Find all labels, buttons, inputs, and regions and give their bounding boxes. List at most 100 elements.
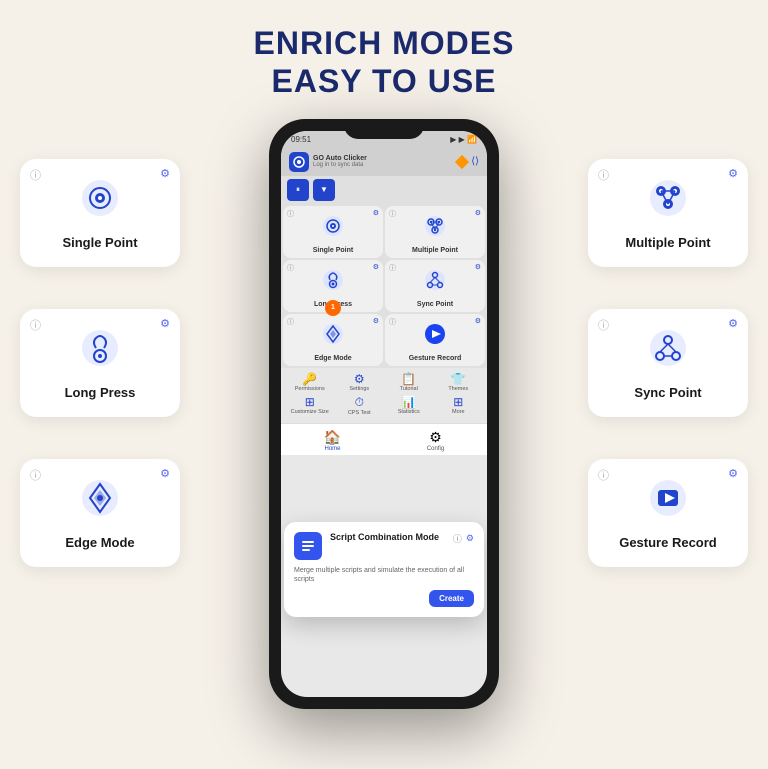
- edge-mode-icon: [78, 476, 122, 529]
- status-time: 09:51: [291, 135, 311, 144]
- phone-screen: 09:51 ▶ ▶ 📶 GO Auto Clicker: [281, 131, 487, 697]
- nav-cps[interactable]: ⏱ CPS Test: [337, 395, 381, 416]
- nav-label-tutorial: Tutorial: [387, 386, 431, 392]
- info-icon-multiple: ⓘ: [598, 167, 609, 183]
- phone-mockup: 09:51 ▶ ▶ 📶 GO Auto Clicker: [269, 119, 499, 709]
- controls-bar: ⏸ ▼: [281, 176, 487, 204]
- info-icon-single: ⓘ: [30, 167, 41, 183]
- sync-point-icon: [646, 326, 690, 379]
- nav-label-statistics: Statistics: [387, 409, 431, 415]
- long-press-icon: [78, 326, 122, 379]
- long-press-label: Long Press: [65, 385, 136, 400]
- page-header: ENRICH MODES EASY TO USE: [0, 0, 768, 109]
- script-title: Script Combination Mode: [330, 532, 439, 543]
- gesture-record-label: Gesture Record: [619, 535, 717, 550]
- script-icon: [294, 532, 322, 560]
- cell-gesture-record[interactable]: ⓘ ⚙ Gesture Record: [385, 314, 485, 366]
- gesture-record-icon: [646, 476, 690, 529]
- app-name: GO Auto Clicker: [313, 155, 367, 162]
- nav-customize[interactable]: ⊞ Customize Size: [288, 395, 332, 416]
- header-right: ⟨⟩: [457, 156, 479, 167]
- cell-icon-single: [287, 212, 379, 245]
- popup-gear-icon: ⚙: [466, 533, 474, 544]
- cell-label-single: Single Point: [287, 247, 379, 254]
- create-button[interactable]: Create: [429, 590, 474, 607]
- tab-bar: 🏠 Home ⚙ Config: [281, 423, 487, 455]
- gear-icon-sync: ⚙: [728, 317, 738, 330]
- card-gesture-record[interactable]: ⓘ ⚙ Gesture Record: [588, 459, 748, 567]
- phone-notch: [344, 119, 424, 139]
- gear-icon-longpress: ⚙: [160, 317, 170, 330]
- tab-config[interactable]: ⚙ Config: [427, 429, 444, 452]
- edge-mode-label: Edge Mode: [65, 535, 134, 550]
- title-line2: EASY TO USE: [0, 62, 768, 100]
- cell-sync-point[interactable]: ⓘ ⚙: [385, 260, 485, 312]
- nav-more[interactable]: ⊞ More: [436, 395, 480, 416]
- cell-label-gesture: Gesture Record: [389, 355, 481, 362]
- nav-permissions[interactable]: 🔑 Permissions: [288, 372, 332, 392]
- popup-title-text: Script Combination Mode: [330, 532, 439, 543]
- cell-long-press[interactable]: ⓘ ⚙ Long Press 1: [283, 260, 383, 312]
- down-button[interactable]: ▼: [313, 179, 335, 201]
- config-icon: ⚙: [427, 429, 444, 446]
- tab-label-config: Config: [427, 446, 444, 452]
- script-description: Merge multiple scripts and simulate the …: [294, 566, 474, 584]
- card-single-point[interactable]: ⓘ ⚙ Single Point: [20, 159, 180, 267]
- gear-icon-gesture: ⚙: [728, 467, 738, 480]
- card-sync-point[interactable]: ⓘ ⚙ Sync Point: [588, 309, 748, 417]
- nav-tutorial[interactable]: 📋 Tutorial: [387, 372, 431, 392]
- card-multiple-point[interactable]: ⓘ ⚙ Multiple Point: [588, 159, 748, 267]
- nav-statistics[interactable]: 📊 Statistics: [387, 395, 431, 416]
- share-icon: ⟨⟩: [471, 156, 479, 167]
- nav-row-2: ⊞ Customize Size ⏱ CPS Test 📊 Statistics: [285, 395, 483, 416]
- info-icon-edge: ⓘ: [30, 467, 41, 483]
- header-text: GO Auto Clicker Log in to sync data: [313, 155, 367, 168]
- phone-body: 09:51 ▶ ▶ 📶 GO Auto Clicker: [269, 119, 499, 709]
- cell-icon-edge: [287, 320, 379, 353]
- cell-multiple-point[interactable]: ⓘ ⚙: [385, 206, 485, 258]
- nav-label-settings: Settings: [337, 386, 381, 392]
- card-long-press[interactable]: ⓘ ⚙ Long Press: [20, 309, 180, 417]
- title-line1: ENRICH MODES: [0, 24, 768, 62]
- popup-info-icon: ⓘ: [453, 532, 462, 545]
- bottom-nav-grid: 🔑 Permissions ⚙ Settings 📋 Tutorial: [281, 368, 487, 423]
- tab-label-home: Home: [324, 446, 341, 452]
- nav-label-permissions: Permissions: [288, 386, 332, 392]
- cell-label-edge: Edge Mode: [287, 355, 379, 362]
- app-header: GO Auto Clicker Log in to sync data ⟨⟩: [281, 148, 487, 176]
- single-point-icon: [78, 176, 122, 229]
- info-icon-sync: ⓘ: [598, 317, 609, 333]
- multiple-point-label: Multiple Point: [625, 235, 710, 250]
- home-icon: 🏠: [324, 429, 341, 446]
- nav-label-more: More: [436, 409, 480, 415]
- nav-label-cps: CPS Test: [337, 410, 381, 416]
- card-edge-mode[interactable]: ⓘ ⚙ Edge Mode: [20, 459, 180, 567]
- nav-themes[interactable]: 👕 Themes: [436, 372, 480, 392]
- info-icon-longpress: ⓘ: [30, 317, 41, 333]
- app-icon: [289, 152, 309, 172]
- main-layout: ⓘ ⚙ Single Point ⓘ ⚙ Long Press ⓘ ⚙: [0, 119, 768, 769]
- premium-icon: [455, 155, 469, 169]
- info-icon-gesture: ⓘ: [598, 467, 609, 483]
- nav-label-customize: Customize Size: [288, 409, 332, 415]
- script-combination-popup: Script Combination Mode ⓘ ⚙ Merge multip…: [284, 522, 484, 617]
- cell-icon-longpress: [287, 266, 379, 299]
- nav-row-1: 🔑 Permissions ⚙ Settings 📋 Tutorial: [285, 372, 483, 392]
- modes-grid: ⓘ ⚙ Single Point: [281, 204, 487, 368]
- cell-icon-multiple: [389, 212, 481, 245]
- header-left: GO Auto Clicker Log in to sync data: [289, 152, 367, 172]
- gear-icon-single: ⚙: [160, 167, 170, 180]
- nav-settings[interactable]: ⚙ Settings: [337, 372, 381, 392]
- cell-icon-gesture: [389, 320, 481, 353]
- sync-point-label: Sync Point: [634, 385, 701, 400]
- cell-label-multiple: Multiple Point: [389, 247, 481, 254]
- gear-icon-edge: ⚙: [160, 467, 170, 480]
- popup-actions: Create: [294, 590, 474, 607]
- tab-home[interactable]: 🏠 Home: [324, 429, 341, 452]
- status-icons: ▶ ▶ 📶: [450, 135, 477, 144]
- pause-button[interactable]: ⏸: [287, 179, 309, 201]
- cell-single-point[interactable]: ⓘ ⚙ Single Point: [283, 206, 383, 258]
- badge-1: 1: [325, 300, 341, 316]
- cell-edge-mode[interactable]: ⓘ ⚙ Edge Mode: [283, 314, 383, 366]
- cell-icon-sync: [389, 266, 481, 299]
